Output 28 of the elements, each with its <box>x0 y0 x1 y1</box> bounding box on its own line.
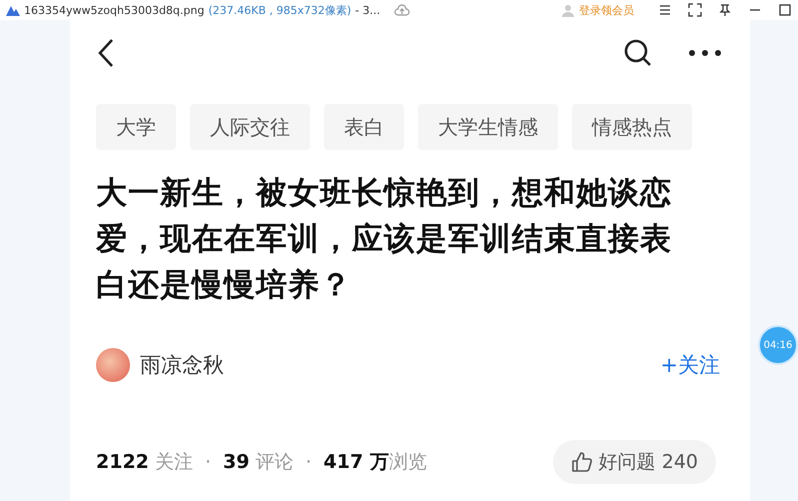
upload-cloud-icon[interactable] <box>394 3 410 17</box>
topic-tag[interactable]: 表白 <box>324 104 404 150</box>
separator-dot: · <box>305 451 312 473</box>
search-icon[interactable] <box>624 39 652 67</box>
separator-dot: · <box>204 451 211 473</box>
pin-icon[interactable] <box>718 3 732 17</box>
topic-tag[interactable]: 情感热点 <box>572 104 692 150</box>
back-icon[interactable] <box>96 38 116 68</box>
topic-tag[interactable]: 大学 <box>96 104 176 150</box>
author-name[interactable]: 雨凉念秋 <box>140 351 224 379</box>
fullscreen-icon[interactable] <box>688 3 702 17</box>
more-icon[interactable] <box>688 49 722 57</box>
avatar[interactable] <box>96 348 130 382</box>
image-file-icon <box>6 4 20 16</box>
stat-count: 39 评论 <box>222 450 294 475</box>
window-title: - 3... <box>355 4 380 16</box>
good-question-button[interactable]: 好问题 240 <box>552 440 716 484</box>
topic-tag[interactable]: 人际交往 <box>190 104 310 150</box>
menu-icon[interactable] <box>658 3 672 17</box>
maximize-icon[interactable] <box>778 3 792 17</box>
file-info: (237.46KB , 985x732像素) <box>208 2 352 18</box>
follow-button[interactable]: +关注 <box>660 351 720 379</box>
file-name: 163354yww5zoqh53003d8q.png <box>24 4 204 16</box>
stat-count: 2122 关注 <box>96 450 193 475</box>
thumbs-up-icon <box>570 451 593 473</box>
question-title: 大一新生，被女班长惊艳到，想和她谈恋爱，现在在军训，应该是军训结束直接表白还是慢慢培养？ <box>96 174 673 305</box>
stat-count: 417 万浏览 <box>324 450 427 475</box>
topic-tag[interactable]: 大学生情感 <box>418 104 558 150</box>
